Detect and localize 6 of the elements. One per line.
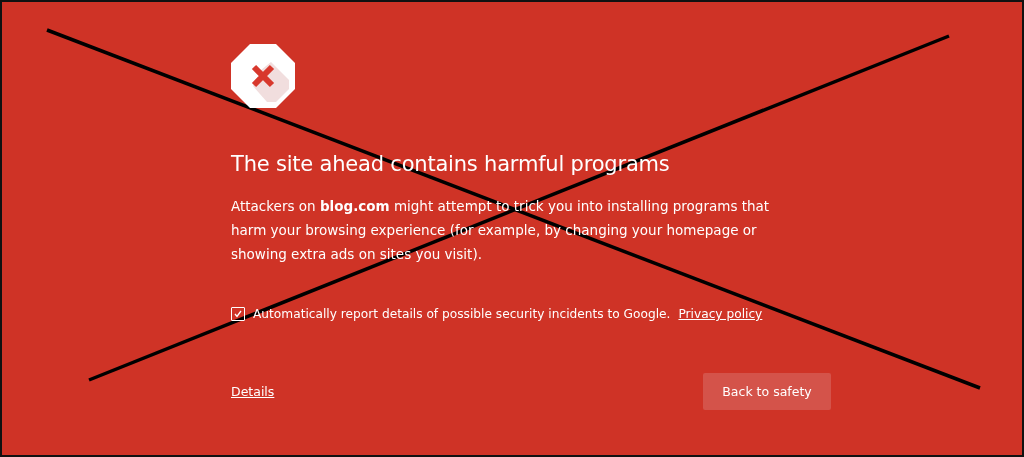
privacy-policy-link[interactable]: Privacy policy [678, 307, 763, 321]
report-checkbox[interactable] [231, 307, 245, 321]
report-label: Automatically report details of possible security incidents to Google. [253, 307, 671, 321]
warning-stop-icon [231, 44, 295, 108]
back-to-safety-button[interactable]: Back to safety [703, 373, 831, 410]
details-link[interactable]: Details [231, 384, 275, 399]
